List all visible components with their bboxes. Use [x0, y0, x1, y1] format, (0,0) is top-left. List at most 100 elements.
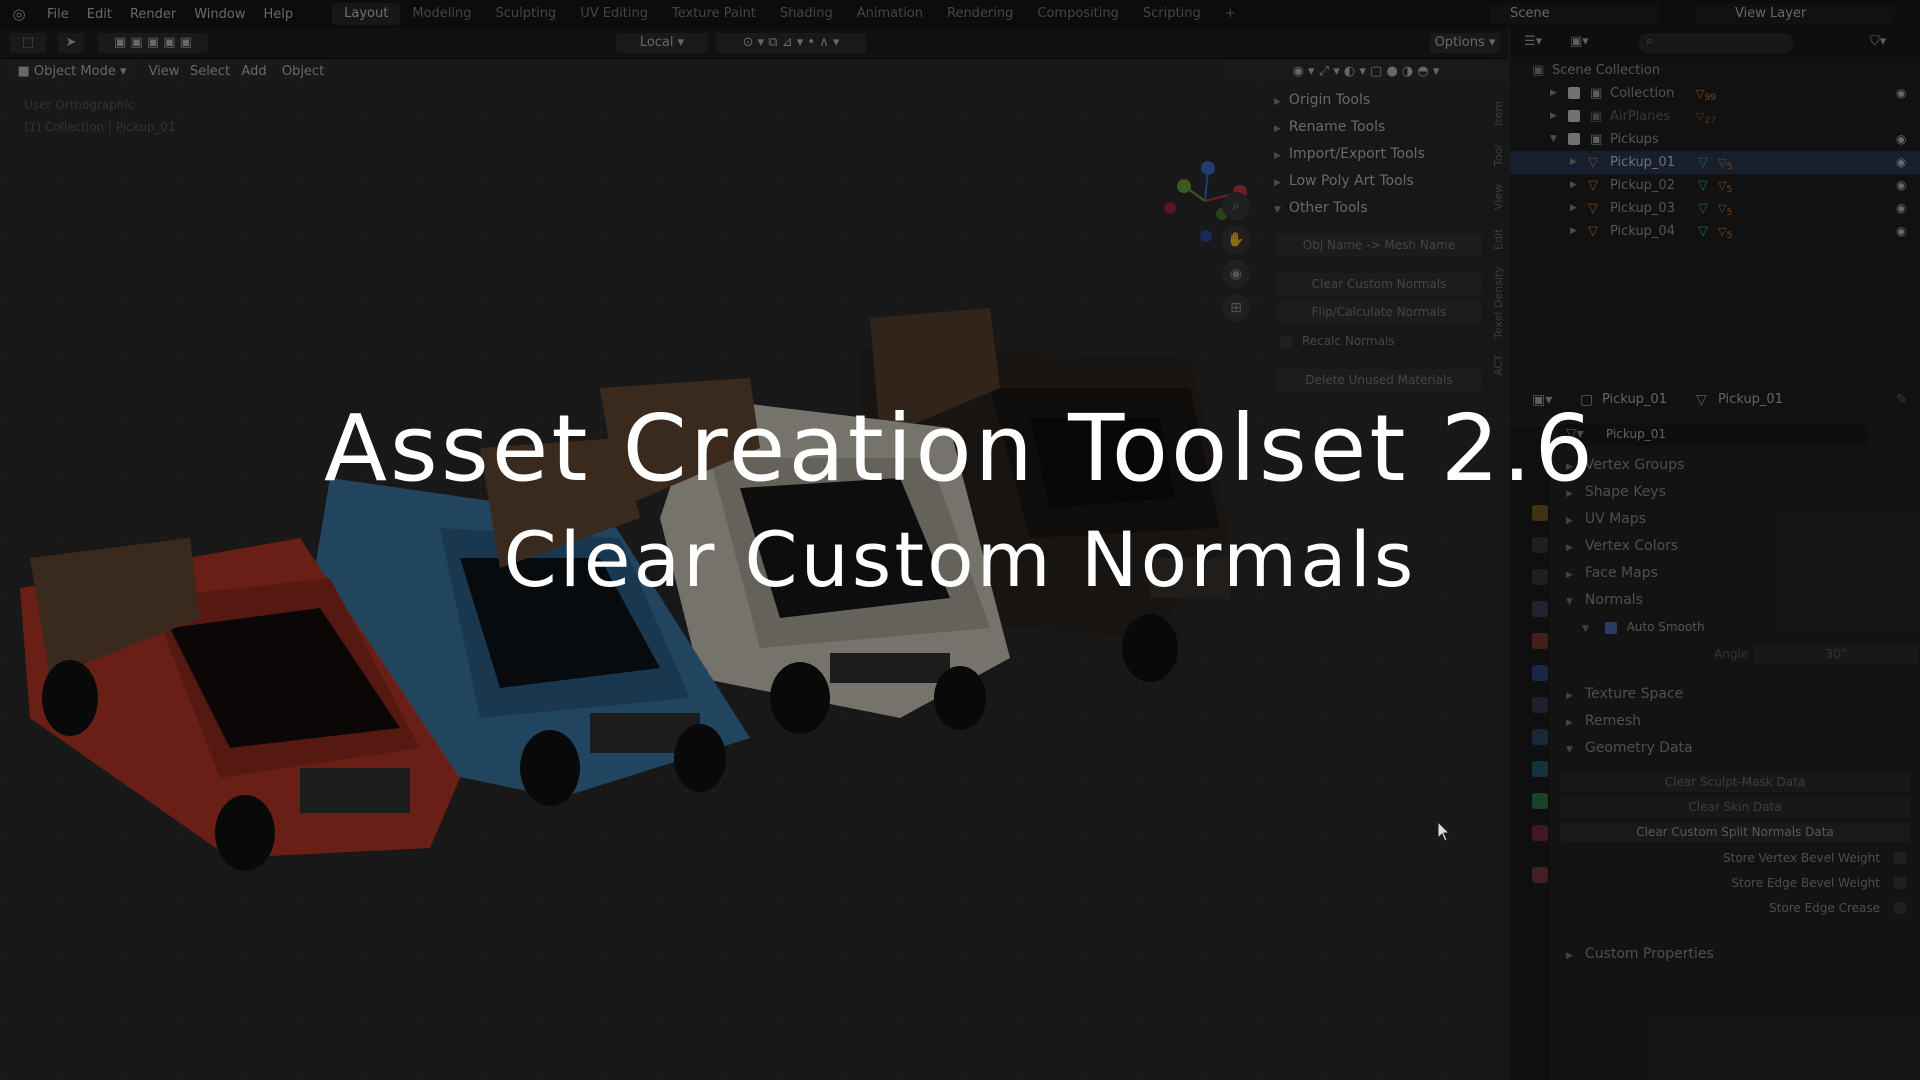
expand-arrow-icon[interactable]: ▶	[1550, 82, 1557, 105]
section-origin-tools[interactable]: ▶ Origin Tools	[1274, 88, 1370, 112]
visibility-eye-icon[interactable]: ◉	[1896, 128, 1906, 151]
menu-select[interactable]: Select	[188, 62, 232, 82]
section-texture-space[interactable]: ▶ Texture Space	[1566, 682, 1683, 706]
menu-help[interactable]: Help	[255, 7, 303, 22]
tab-edit[interactable]: Edit	[1492, 222, 1510, 256]
object-tab-icon[interactable]	[1532, 633, 1548, 649]
clear-custom-split-normals-data-button[interactable]: Clear Custom Split Normals Data	[1560, 822, 1910, 842]
outliner-row-pickup-03[interactable]: ▶ ▽ Pickup_03 ▽ ▽5 ◉	[1510, 197, 1920, 220]
camera-icon[interactable]: ◉	[1222, 260, 1250, 288]
constraints-tab-icon[interactable]	[1532, 761, 1548, 777]
texture-tab-icon[interactable]	[1532, 867, 1548, 883]
tab-compositing[interactable]: Compositing	[1025, 3, 1131, 25]
editor-type-icon[interactable]: ⬚	[10, 33, 46, 53]
snapping-icons[interactable]: ⊙ ▾ ⧉ ⊿ ▾ • ∧ ▾	[716, 33, 866, 53]
tab-view[interactable]: View	[1492, 180, 1510, 214]
visibility-eye-icon[interactable]: ◉	[1896, 220, 1906, 243]
menu-view[interactable]: View	[144, 62, 184, 82]
viewport-shading-icons[interactable]: ◉ ▾ ⤢ ▾ ◐ ▾ ▢ ● ◑ ◓ ▾	[1224, 62, 1508, 82]
auto-smooth-checkbox[interactable]	[1604, 621, 1617, 634]
select-tool-icon[interactable]: ➤	[58, 33, 84, 53]
menu-edit[interactable]: Edit	[78, 7, 121, 22]
scene-selector[interactable]: Scene	[1490, 4, 1660, 24]
display-mode-icon[interactable]: ▣▾	[1570, 34, 1589, 49]
visibility-eye-icon[interactable]: ◉	[1896, 151, 1906, 174]
physics-tab-icon[interactable]	[1532, 729, 1548, 745]
expand-arrow-icon[interactable]: ▶	[1570, 151, 1577, 174]
tab-tool[interactable]: Tool	[1492, 138, 1510, 172]
outliner-row-airplanes[interactable]: ▶ ▣ AirPlanes ▽27	[1510, 105, 1920, 128]
section-rename-tools[interactable]: ▶ Rename Tools	[1274, 115, 1385, 139]
angle-field[interactable]: 30°	[1754, 644, 1918, 664]
modifier-wrench-icon[interactable]	[1532, 665, 1548, 681]
outliner-row-pickup-01[interactable]: ▶ ▽ Pickup_01 ▽ ▽5 ◉	[1510, 151, 1920, 174]
menu-object[interactable]: Object	[276, 62, 330, 82]
menu-file[interactable]: File	[38, 7, 78, 22]
auto-smooth-row[interactable]: ▼ Auto Smooth	[1582, 615, 1705, 639]
section-other-tools[interactable]: ▼ Other Tools	[1274, 196, 1368, 220]
mesh-data-tab-icon[interactable]	[1532, 793, 1548, 809]
outliner-row-pickup-02[interactable]: ▶ ▽ Pickup_02 ▽ ▽5 ◉	[1510, 174, 1920, 197]
section-import-export-tools[interactable]: ▶ Import/Export Tools	[1274, 142, 1425, 166]
outliner-row-pickup-04[interactable]: ▶ ▽ Pickup_04 ▽ ▽5 ◉	[1510, 220, 1920, 243]
expand-arrow-icon[interactable]: ▶	[1570, 197, 1577, 220]
transform-orientation-select[interactable]: Local ▾	[616, 33, 708, 53]
clear-sculpt-mask-data-button[interactable]: Clear Sculpt-Mask Data	[1560, 772, 1910, 792]
tab-item[interactable]: Item	[1492, 96, 1510, 130]
visibility-eye-icon[interactable]: ◉	[1896, 197, 1906, 220]
outliner-row-pickups[interactable]: ▼ ▣ Pickups ◉	[1510, 128, 1920, 151]
section-low-poly-art-tools[interactable]: ▶ Low Poly Art Tools	[1274, 169, 1414, 193]
tab-shading[interactable]: Shading	[768, 3, 845, 25]
section-geometry-data[interactable]: ▼ Geometry Data	[1566, 736, 1693, 760]
options-menu[interactable]: Options ▾	[1430, 33, 1500, 53]
tab-texture-paint[interactable]: Texture Paint	[660, 3, 768, 25]
store-edge-bevel-weight-checkbox[interactable]	[1894, 877, 1906, 889]
obj-name-to-mesh-name-button[interactable]: Obj Name -> Mesh Name	[1276, 234, 1482, 256]
tab-sculpting[interactable]: Sculpting	[483, 3, 568, 25]
outliner-search-input[interactable]: ⌕	[1638, 33, 1794, 53]
expand-arrow-icon[interactable]: ▶	[1570, 220, 1577, 243]
expand-arrow-icon[interactable]: ▶	[1550, 105, 1557, 128]
particles-tab-icon[interactable]	[1532, 697, 1548, 713]
add-workspace-icon[interactable]: +	[1213, 3, 1248, 25]
recalc-normals-checkbox[interactable]	[1280, 336, 1292, 348]
section-remesh[interactable]: ▶ Remesh	[1566, 709, 1641, 733]
material-tab-icon[interactable]	[1532, 825, 1548, 841]
clear-custom-normals-button[interactable]: Clear Custom Normals	[1276, 273, 1482, 295]
store-edge-crease-checkbox[interactable]	[1894, 902, 1906, 914]
tab-rendering[interactable]: Rendering	[935, 3, 1025, 25]
blender-logo-icon[interactable]: ◎	[0, 5, 38, 23]
zoom-icon[interactable]: ⌕	[1222, 192, 1250, 220]
store-vertex-bevel-weight-checkbox[interactable]	[1894, 852, 1906, 864]
include-checkbox[interactable]	[1568, 133, 1580, 145]
expanded-arrow-icon[interactable]: ▼	[1550, 128, 1557, 151]
menu-add[interactable]: Add	[236, 62, 272, 82]
filter-icon[interactable]: ⛉▾	[1870, 34, 1886, 49]
visibility-eye-icon[interactable]: ◉	[1896, 82, 1906, 105]
outliner-row-collection[interactable]: ▶ ▣ Collection ▽99 ◉	[1510, 82, 1920, 105]
grid-icon[interactable]: ⊞	[1222, 294, 1250, 322]
clear-skin-data-button[interactable]: Clear Skin Data	[1560, 797, 1910, 817]
tab-layout[interactable]: Layout	[332, 3, 401, 25]
flip-calculate-normals-button[interactable]: Flip/Calculate Normals	[1276, 301, 1482, 323]
expand-arrow-icon[interactable]: ▶	[1570, 174, 1577, 197]
delete-unused-materials-button[interactable]: Delete Unused Materials	[1276, 369, 1482, 391]
view-layer-selector[interactable]: View Layer	[1695, 4, 1895, 24]
tab-act[interactable]: ACT	[1492, 350, 1510, 380]
tab-modeling[interactable]: Modeling	[400, 3, 483, 25]
outliner-row-scene-collection[interactable]: ▣ Scene Collection	[1510, 59, 1920, 82]
include-checkbox[interactable]	[1568, 87, 1580, 99]
tab-texel-density[interactable]: Texel Density	[1492, 264, 1510, 342]
selection-mode-icons[interactable]: ▣ ▣ ▣ ▣ ▣	[98, 33, 208, 53]
include-checkbox[interactable]	[1568, 110, 1580, 122]
menu-render[interactable]: Render	[121, 7, 185, 22]
mode-select[interactable]: ■ Object Mode ▾	[10, 62, 134, 82]
outliner-editor-icon[interactable]: ☰▾	[1524, 34, 1542, 49]
tab-animation[interactable]: Animation	[845, 3, 935, 25]
tab-scripting[interactable]: Scripting	[1131, 3, 1213, 25]
visibility-eye-icon[interactable]: ◉	[1896, 174, 1906, 197]
tab-uv-editing[interactable]: UV Editing	[568, 3, 660, 25]
pan-hand-icon[interactable]: ✋	[1222, 226, 1250, 254]
section-custom-properties[interactable]: ▶ Custom Properties	[1566, 942, 1714, 966]
menu-window[interactable]: Window	[185, 7, 254, 22]
